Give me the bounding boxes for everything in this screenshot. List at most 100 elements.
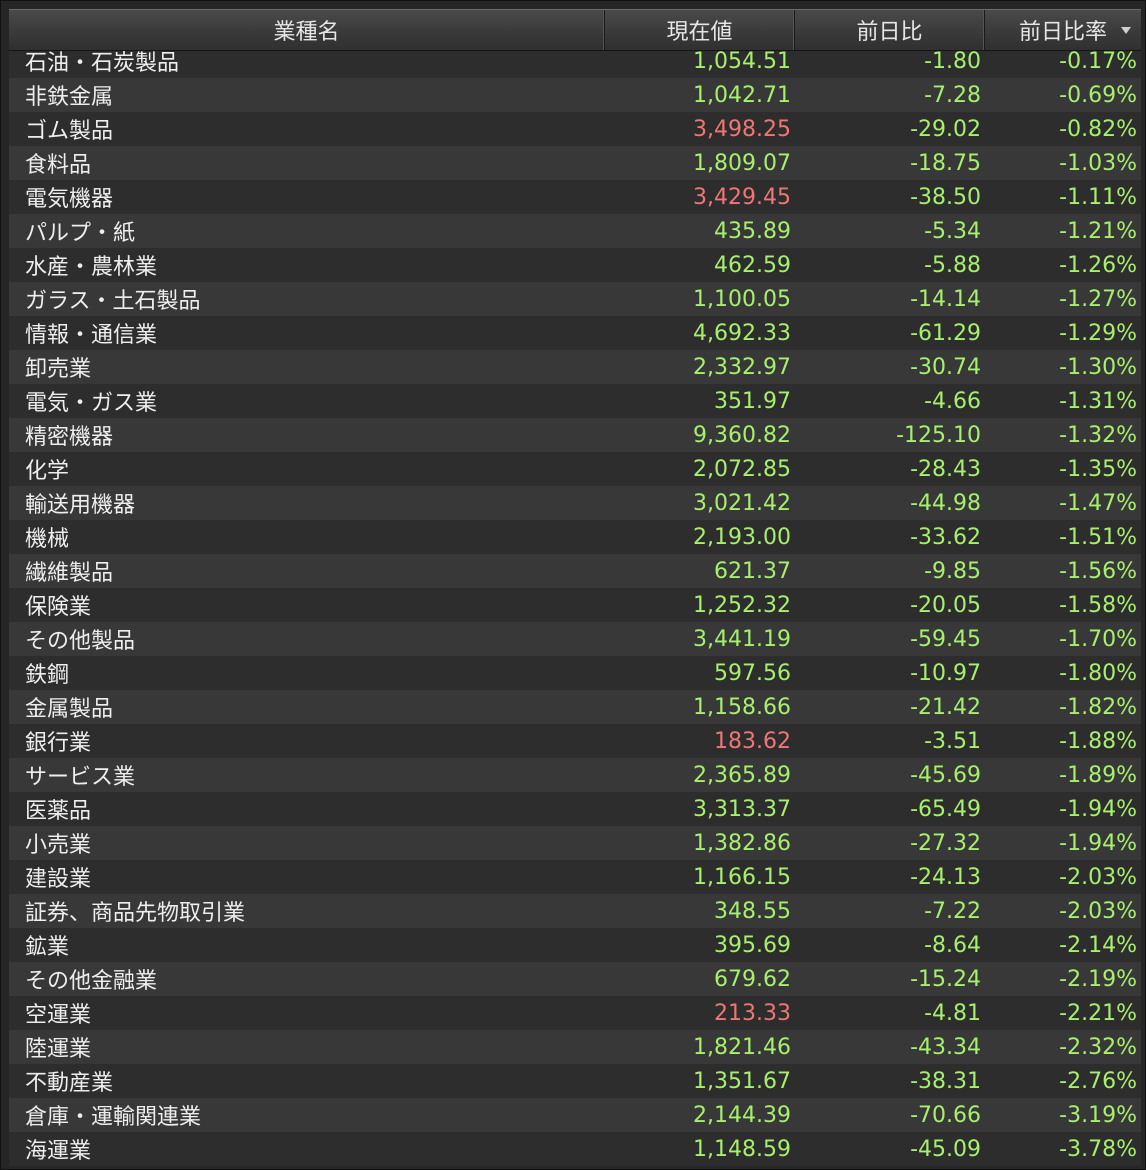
current-value: 1,158.66 (693, 694, 791, 720)
change-pct-value: -1.21% (1059, 218, 1137, 244)
current-value: 2,332.97 (693, 354, 791, 380)
change-value: -7.28 (924, 82, 981, 108)
change-value: -3.51 (924, 728, 981, 754)
change-pct-value: -1.70% (1059, 626, 1137, 652)
table-row[interactable]: その他金融業 679.62 -15.24 -2.19% (9, 962, 1141, 996)
table-row[interactable]: 情報・通信業 4,692.33 -61.29 -1.29% (9, 316, 1141, 350)
change-pct-value: -1.11% (1059, 184, 1137, 210)
current-value: 1,821.46 (693, 1034, 791, 1060)
change-pct-value: -2.14% (1059, 932, 1137, 958)
table-row[interactable]: 倉庫・運輸関連業 2,144.39 -70.66 -3.19% (9, 1098, 1141, 1132)
table-row[interactable]: 化学 2,072.85 -28.43 -1.35% (9, 452, 1141, 486)
table-row[interactable]: 電気・ガス業 351.97 -4.66 -1.31% (9, 384, 1141, 418)
current-value: 2,365.89 (693, 762, 791, 788)
table-row[interactable]: 鉄鋼 597.56 -10.97 -1.80% (9, 656, 1141, 690)
table-row[interactable]: 空運業 213.33 -4.81 -2.21% (9, 996, 1141, 1030)
sector-name: 繊維製品 (25, 561, 114, 586)
current-value: 3,441.19 (693, 626, 791, 652)
change-value: -44.98 (910, 490, 981, 516)
sector-name: 倉庫・運輸関連業 (25, 1105, 202, 1130)
change-value: -14.14 (910, 286, 981, 312)
change-pct-value: -2.19% (1059, 966, 1137, 992)
table-row[interactable]: 食料品 1,809.07 -18.75 -1.03% (9, 146, 1141, 180)
current-value: 351.97 (714, 388, 791, 414)
sector-name: 水産・農林業 (25, 255, 158, 280)
table-row[interactable]: サービス業 2,365.89 -45.69 -1.89% (9, 758, 1141, 792)
change-pct-value: -2.21% (1059, 1000, 1137, 1026)
change-pct-value: -1.30% (1059, 354, 1137, 380)
table-row[interactable]: 輸送用機器 3,021.42 -44.98 -1.47% (9, 486, 1141, 520)
column-header-name[interactable]: 業種名 (9, 10, 605, 50)
table-row[interactable]: 電気機器 3,429.45 -38.50 -1.11% (9, 180, 1141, 214)
table-row[interactable]: 機械 2,193.00 -33.62 -1.51% (9, 520, 1141, 554)
sector-name: 医薬品 (25, 799, 92, 824)
sector-name: 電気機器 (25, 187, 114, 212)
change-pct-value: -1.26% (1059, 252, 1137, 278)
change-value: -15.24 (910, 966, 981, 992)
change-value: -125.10 (896, 422, 981, 448)
current-value: 2,072.85 (693, 456, 791, 482)
current-value: 1,042.71 (693, 82, 791, 108)
change-value: -70.66 (910, 1102, 981, 1128)
table-row[interactable]: 保険業 1,252.32 -20.05 -1.58% (9, 588, 1141, 622)
table-row[interactable]: パルプ・紙 435.89 -5.34 -1.21% (9, 214, 1141, 248)
change-pct-value: -1.31% (1059, 388, 1137, 414)
current-value: 1,809.07 (693, 150, 791, 176)
change-value: -43.34 (910, 1034, 981, 1060)
table-row[interactable]: 金属製品 1,158.66 -21.42 -1.82% (9, 690, 1141, 724)
current-value: 395.69 (714, 932, 791, 958)
change-value: -18.75 (910, 150, 981, 176)
sector-name: サービス業 (25, 765, 136, 790)
table-row[interactable]: 石油・石炭製品 1,054.51 -1.80 -0.17% (9, 51, 1141, 78)
sector-name: 小売業 (25, 833, 92, 858)
change-pct-value: -1.47% (1059, 490, 1137, 516)
table-row[interactable]: 証券、商品先物取引業 348.55 -7.22 -2.03% (9, 894, 1141, 928)
change-pct-value: -1.29% (1059, 320, 1137, 346)
sector-name: ガラス・土石製品 (25, 289, 201, 314)
column-header-change-pct[interactable]: 前日比率 (985, 10, 1141, 50)
table-row[interactable]: 建設業 1,166.15 -24.13 -2.03% (9, 860, 1141, 894)
sector-name: 陸運業 (25, 1037, 92, 1062)
current-value: 1,351.67 (693, 1068, 791, 1094)
table-row[interactable]: ゴム製品 3,498.25 -29.02 -0.82% (9, 112, 1141, 146)
change-value: -5.88 (924, 252, 981, 278)
change-value: -61.29 (910, 320, 981, 346)
table-row[interactable]: 精密機器 9,360.82 -125.10 -1.32% (9, 418, 1141, 452)
change-pct-value: -2.32% (1059, 1034, 1137, 1060)
table-row[interactable]: 医薬品 3,313.37 -65.49 -1.94% (9, 792, 1141, 826)
sector-name: 化学 (25, 459, 70, 484)
sector-name: 不動産業 (25, 1071, 114, 1096)
table-row[interactable]: その他製品 3,441.19 -59.45 -1.70% (9, 622, 1141, 656)
current-value: 348.55 (714, 898, 791, 924)
table-row[interactable]: 鉱業 395.69 -8.64 -2.14% (9, 928, 1141, 962)
change-value: -9.85 (924, 558, 981, 584)
change-pct-value: -0.82% (1059, 116, 1137, 142)
change-pct-value: -1.03% (1059, 150, 1137, 176)
table-row[interactable]: 繊維製品 621.37 -9.85 -1.56% (9, 554, 1141, 588)
column-header-change[interactable]: 前日比 (795, 10, 985, 50)
change-value: -7.22 (924, 898, 981, 924)
table-row[interactable]: 銀行業 183.62 -3.51 -1.88% (9, 724, 1141, 758)
table-row[interactable]: 不動産業 1,351.67 -38.31 -2.76% (9, 1064, 1141, 1098)
sector-name: 建設業 (25, 867, 92, 892)
sort-desc-icon[interactable] (1121, 27, 1131, 34)
table-row[interactable]: ガラス・土石製品 1,100.05 -14.14 -1.27% (9, 282, 1141, 316)
table-row[interactable]: 水産・農林業 462.59 -5.88 -1.26% (9, 248, 1141, 282)
current-value: 9,360.82 (693, 422, 791, 448)
table-row[interactable]: 小売業 1,382.86 -27.32 -1.94% (9, 826, 1141, 860)
table-row[interactable]: 海運業 1,148.59 -45.09 -3.78% (9, 1132, 1141, 1166)
current-value: 4,692.33 (693, 320, 791, 346)
current-value: 1,252.32 (693, 592, 791, 618)
table-body[interactable]: 石油・石炭製品 1,054.51 -1.80 -0.17% 非鉄金属 1,042.71 -7… (9, 51, 1141, 1167)
table-row[interactable]: 非鉄金属 1,042.71 -7.28 -0.69% (9, 78, 1141, 112)
sector-name: 情報・通信業 (25, 323, 158, 348)
change-pct-value: -2.03% (1059, 864, 1137, 890)
table-row[interactable]: 卸売業 2,332.97 -30.74 -1.30% (9, 350, 1141, 384)
column-header-current[interactable]: 現在値 (605, 10, 795, 50)
sector-name: パルプ・紙 (25, 221, 136, 246)
sector-name: 卸売業 (25, 357, 92, 382)
change-pct-value: -3.78% (1059, 1136, 1137, 1162)
change-value: -59.45 (910, 626, 981, 652)
current-value: 3,021.42 (693, 490, 791, 516)
table-row[interactable]: 陸運業 1,821.46 -43.34 -2.32% (9, 1030, 1141, 1064)
